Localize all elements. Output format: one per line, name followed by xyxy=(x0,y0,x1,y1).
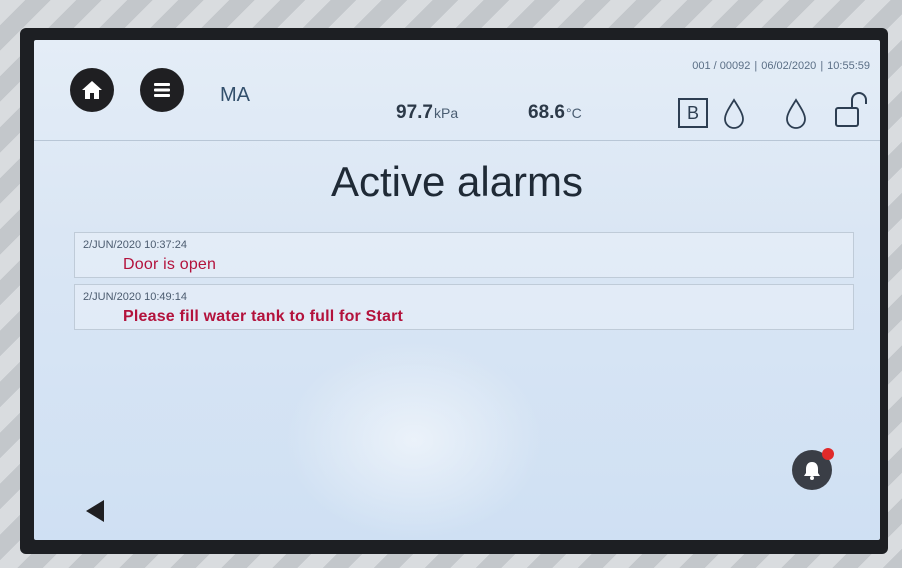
alarm-message: Door is open xyxy=(123,256,217,273)
temperature-value: 68.6 xyxy=(528,102,565,123)
alarm-message: Please fill water tank to full for Start xyxy=(123,308,404,325)
meta-separator: | xyxy=(820,60,824,72)
unlocked-icon xyxy=(835,92,867,127)
user-initials: MA xyxy=(220,84,250,106)
alarm-bell-icon xyxy=(804,462,820,480)
mode-indicator: B xyxy=(678,98,708,128)
status-meta: 001 / 00092 | 06/02/2020 | 10:55:59 xyxy=(692,60,870,72)
alarm-timestamp: 2/JUN/2020 10:37:24 xyxy=(83,239,187,251)
alarm-bell-button[interactable] xyxy=(792,448,834,490)
temperature-reading: 68.6°C xyxy=(528,102,582,124)
cycle-counter: 001 / 00092 xyxy=(692,60,751,72)
current-time: 10:55:59 xyxy=(827,60,870,72)
alarm-timestamp: 2/JUN/2020 10:49:14 xyxy=(83,291,187,303)
page-title: Active alarms xyxy=(330,158,584,205)
pressure-unit: kPa xyxy=(433,105,459,121)
screen-glare xyxy=(284,340,544,540)
menu-icon xyxy=(154,83,170,97)
alarm-list: 2/JUN/2020 10:37:24 Door is open 2/JUN/2… xyxy=(74,232,854,336)
current-date: 06/02/2020 xyxy=(761,60,817,72)
menu-button[interactable] xyxy=(140,68,184,112)
header-bar: MA 001 / 00092 | 06/02/2020 | 10:55:59 97.7k… xyxy=(34,40,880,141)
temperature-unit: °C xyxy=(565,105,582,121)
home-icon xyxy=(82,81,102,99)
meta-separator: | xyxy=(754,60,758,72)
alarm-badge xyxy=(822,448,834,460)
home-button[interactable] xyxy=(70,68,114,112)
touch-screen: MA 001 / 00092 | 06/02/2020 | 10:55:59 97.7k… xyxy=(34,40,880,540)
water-drop-icon xyxy=(724,98,744,129)
alarm-item[interactable]: 2/JUN/2020 10:49:14 Please fill water ta… xyxy=(74,284,854,330)
pressure-reading: 97.7kPa xyxy=(396,102,458,124)
pressure-value: 97.7 xyxy=(396,102,433,123)
back-button[interactable] xyxy=(84,498,106,529)
back-arrow-icon xyxy=(86,500,104,522)
alarm-item[interactable]: 2/JUN/2020 10:37:24 Door is open xyxy=(74,232,854,278)
water-drop-icon xyxy=(786,98,806,129)
